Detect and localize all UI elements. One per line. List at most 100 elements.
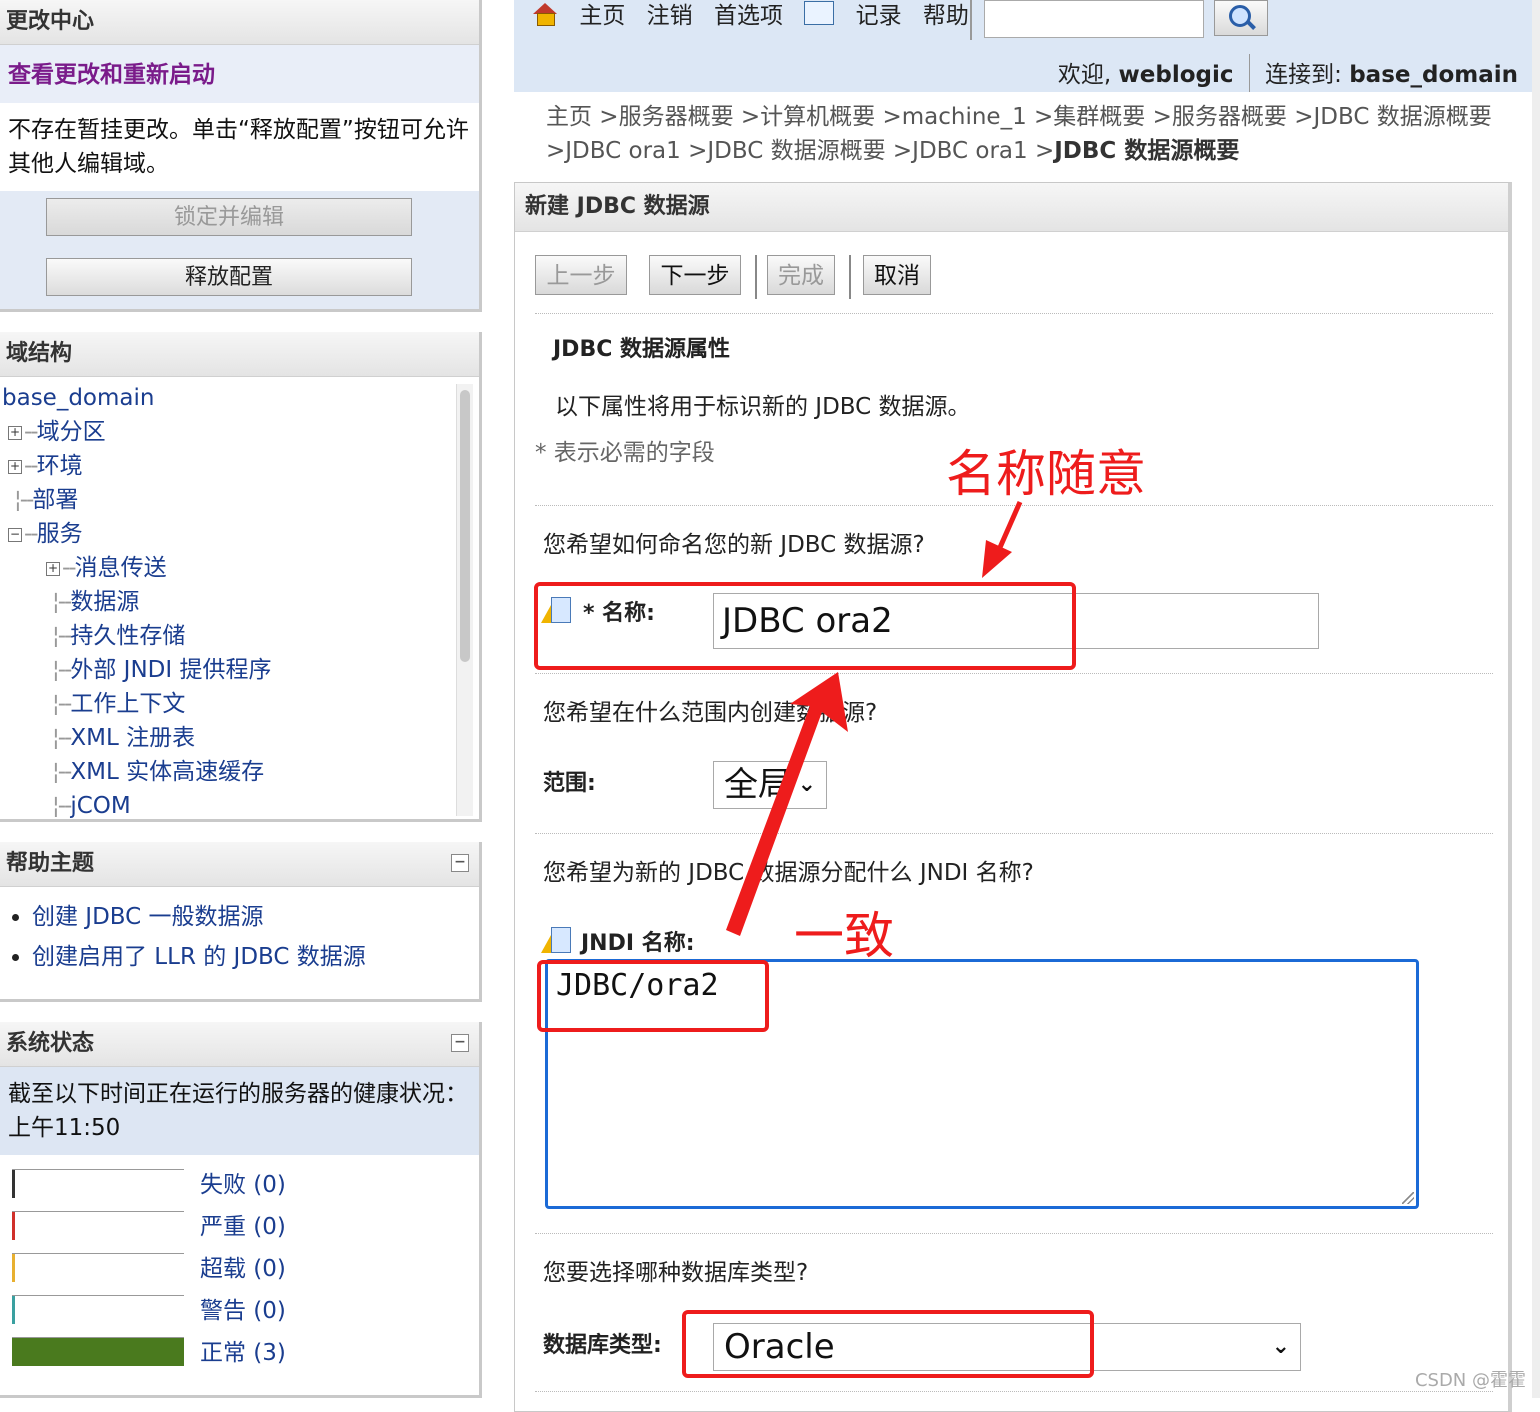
field-info-icon: [541, 927, 571, 955]
question-scope: 您希望在什么范围内创建数据源?: [543, 700, 878, 726]
expand-icon[interactable]: +: [46, 561, 60, 576]
scope-select-value: 全局: [724, 765, 792, 805]
tree-item-messaging[interactable]: 消息传送: [75, 555, 167, 581]
tree-item-data-sources[interactable]: 数据源: [70, 589, 139, 615]
health-row: 正常 (3): [0, 1331, 479, 1373]
lock-and-edit-button[interactable]: 锁定并编辑: [46, 198, 412, 236]
domain-structure-panel: 域结构 base_domain + --域分区 + --环境 ¦--部署 − --服务…: [0, 332, 482, 822]
chevron-down-icon: ⌄: [797, 772, 816, 797]
system-status-title: 系统状态 −: [0, 1022, 479, 1067]
help-topics-title: 帮助主题 −: [0, 842, 479, 887]
watermark: CSDN @霍霍: [1414, 1370, 1526, 1391]
intro-text: 以下属性将用于标识新的 JDBC 数据源。: [555, 394, 971, 420]
health-label[interactable]: 失败 (0): [200, 1165, 286, 1199]
annotation-box-jndi: [537, 960, 769, 1032]
next-button[interactable]: 下一步: [649, 255, 741, 295]
section-title: JDBC 数据源属性: [553, 337, 731, 362]
health-label[interactable]: 警告 (0): [200, 1291, 286, 1325]
health-label[interactable]: 严重 (0): [200, 1207, 286, 1241]
tree-item-foreign-jndi[interactable]: 外部 JNDI 提供程序: [70, 657, 271, 683]
connected-prefix: 连接到:: [1265, 62, 1342, 88]
health-bar: [12, 1169, 184, 1198]
tree-scrollbar-thumb[interactable]: [460, 390, 470, 662]
change-center-panel: 更改中心 查看更改和重新启动 不存在暂挂更改。单击“释放配置”按钮可允许其他人编…: [0, 0, 482, 312]
domain-structure-title: 域结构: [0, 332, 479, 377]
tree-scrollbar[interactable]: [456, 384, 473, 816]
nav-preferences[interactable]: 首选项: [714, 3, 783, 29]
nav-record[interactable]: 记录: [856, 3, 902, 29]
nav-separator: [970, 0, 972, 40]
tree-item-work-contexts[interactable]: 工作上下文: [70, 691, 185, 717]
help-collapse-icon[interactable]: −: [451, 854, 469, 872]
system-status-panel: 系统状态 − 截至以下时间正在运行的服务器的健康状况：上午11:50 失败 (0…: [0, 1022, 482, 1398]
annotation-name-note: 名称随意: [946, 445, 1146, 503]
home-icon[interactable]: [532, 3, 558, 26]
scope-select[interactable]: 全局 ⌄: [713, 761, 827, 809]
required-note: * 表示必需的字段: [535, 440, 715, 466]
breadcrumb-current: JDBC 数据源概要: [1054, 138, 1240, 164]
record-chart-icon[interactable]: [804, 1, 835, 25]
cancel-button[interactable]: 取消: [863, 255, 931, 295]
dbtype-label: 数据库类型:: [543, 1333, 662, 1358]
welcome-user: weblogic: [1118, 62, 1234, 88]
nav-home[interactable]: 主页: [579, 3, 625, 29]
system-status-title-text: 系统状态: [6, 1031, 95, 1056]
health-rows: 失败 (0) 严重 (0) 超载 (0) 警告 (0) 正常 (3): [0, 1155, 479, 1373]
view-changes-link[interactable]: 查看更改和重新启动: [0, 45, 479, 103]
wizard-title: 新建 JDBC 数据源: [515, 183, 1508, 232]
pending-changes-message: 不存在暂挂更改。单击“释放配置”按钮可允许其他人编辑域。: [0, 103, 479, 191]
health-row: 警告 (0): [0, 1289, 479, 1331]
tree-item-xml-registries[interactable]: XML 注册表: [70, 725, 195, 751]
resize-grip-icon[interactable]: [1402, 1192, 1414, 1204]
search-input[interactable]: [984, 0, 1204, 38]
tree-item-domain-partitions[interactable]: 域分区: [37, 419, 106, 445]
help-topics-title-text: 帮助主题: [6, 851, 95, 876]
breadcrumb: 主页 >服务器概要 >计算机概要 >machine_1 >集群概要 >服务器概要…: [546, 100, 1496, 168]
expand-icon[interactable]: +: [8, 425, 22, 440]
tree-item-deployments[interactable]: 部署: [32, 487, 78, 513]
jndi-label: JNDI 名称:: [581, 931, 695, 956]
new-jdbc-datasource-panel: 新建 JDBC 数据源 上一步 下一步 完成 取消 JDBC 数据源属性 以下属…: [514, 182, 1512, 1412]
tree-root-base-domain[interactable]: base_domain: [2, 385, 154, 411]
help-topics-panel: 帮助主题 − 创建 JDBC 一般数据源 创建启用了 LLR 的 JDBC 数据…: [0, 842, 482, 1002]
health-row: 严重 (0): [0, 1205, 479, 1247]
annotation-box-name: [534, 582, 1076, 670]
health-row: 失败 (0): [0, 1163, 479, 1205]
change-center-title: 更改中心: [0, 0, 479, 45]
welcome-info: 欢迎, weblogic 连接到: base_domain: [1058, 54, 1518, 92]
search-button[interactable]: [1214, 0, 1268, 36]
help-link-create-llr-datasource[interactable]: 创建启用了 LLR 的 JDBC 数据源: [32, 944, 366, 970]
expand-icon[interactable]: +: [8, 459, 22, 474]
annotation-box-dbtype: [682, 1310, 1094, 1378]
tree-item-jcom[interactable]: jCOM: [70, 793, 130, 819]
tree-item-xml-entity-caches[interactable]: XML 实体高速缓存: [70, 759, 264, 785]
nav-logout[interactable]: 注销: [647, 3, 693, 29]
health-bar: [12, 1295, 184, 1324]
question-name: 您希望如何命名您的新 JDBC 数据源?: [543, 532, 925, 558]
question-dbtype: 您要选择哪种数据库类型?: [543, 1260, 809, 1286]
top-toolbar: 主页 注销 首选项 记录 帮助 欢迎, weblogic 连接到: base_d…: [514, 0, 1532, 92]
nav-help[interactable]: 帮助: [923, 3, 969, 29]
breadcrumb-path[interactable]: 主页 >服务器概要 >计算机概要 >machine_1 >集群概要 >服务器概要…: [546, 104, 1492, 164]
health-bar: [12, 1253, 184, 1282]
health-bar: [12, 1337, 184, 1366]
finish-button[interactable]: 完成: [767, 255, 835, 295]
domain-tree: base_domain + --域分区 + --环境 ¦--部署 − --服务 + --…: [2, 385, 272, 819]
health-bar-fill: [12, 1338, 184, 1366]
collapse-icon[interactable]: −: [8, 527, 22, 542]
status-collapse-icon[interactable]: −: [451, 1034, 469, 1052]
annotation-consistent-note: 一致: [794, 907, 894, 965]
help-link-create-generic-datasource[interactable]: 创建 JDBC 一般数据源: [32, 904, 264, 930]
health-bar: [12, 1211, 184, 1240]
question-jndi: 您希望为新的 JDBC 数据源分配什么 JNDI 名称?: [543, 860, 1034, 886]
welcome-prefix: 欢迎,: [1057, 62, 1112, 88]
health-label[interactable]: 正常 (3): [200, 1333, 286, 1367]
back-button[interactable]: 上一步: [535, 255, 627, 295]
tree-item-environment[interactable]: 环境: [37, 453, 83, 479]
page-scrollbar[interactable]: [1532, 0, 1540, 1398]
connected-domain: base_domain: [1349, 62, 1518, 88]
tree-item-persistent-stores[interactable]: 持久性存储: [70, 623, 185, 649]
tree-item-services[interactable]: 服务: [37, 521, 83, 547]
release-configuration-button[interactable]: 释放配置: [46, 258, 412, 296]
health-label[interactable]: 超载 (0): [200, 1249, 286, 1283]
